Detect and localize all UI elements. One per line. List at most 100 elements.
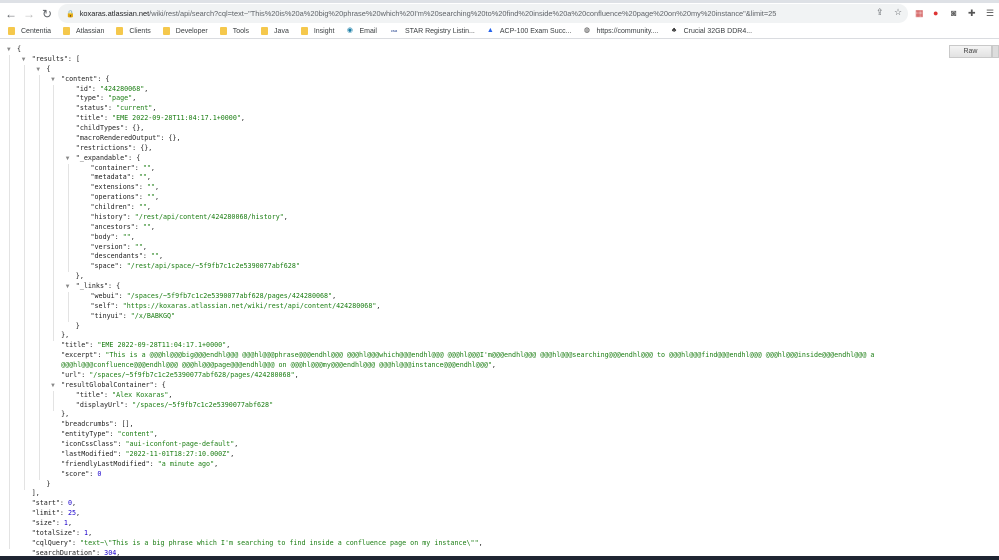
punctuation: ,	[146, 203, 151, 211]
json-key: "version":	[90, 242, 135, 251]
json-line: },	[0, 331, 980, 341]
json-key: "_links":	[75, 282, 117, 290]
punctuation: ,	[76, 509, 81, 518]
punctuation: ,	[234, 440, 239, 448]
punctuation: ,	[158, 252, 163, 261]
json-key: "operations":	[90, 193, 147, 202]
collapse-toggle-icon[interactable]: ▼	[7, 45, 11, 55]
json-key: "results":	[31, 54, 76, 63]
punctuation: ,	[294, 370, 299, 379]
json-key: "children":	[90, 203, 139, 211]
bookmark-item[interactable]: ♣ Crucial 32GB DDR4...	[671, 27, 752, 35]
puzzle-icon[interactable]: ✚	[968, 8, 976, 19]
json-line: "metadata": "",	[0, 173, 980, 183]
bookmark-item[interactable]: Atlassian	[62, 27, 104, 35]
json-key: "tinyui":	[90, 311, 131, 320]
punctuation: }	[75, 321, 80, 330]
json-line: "id": "424280068",	[0, 85, 980, 95]
bookmark-item[interactable]: Developer	[162, 27, 208, 35]
punctuation: ,	[491, 361, 496, 369]
punctuation: {},	[132, 124, 145, 132]
json-key: "lastModified":	[61, 449, 126, 458]
json-line: ▼ "content": {	[0, 75, 980, 85]
bookmark-item[interactable]: Java	[261, 27, 289, 35]
bookmark-item[interactable]: csa STAR Registry Listin...	[389, 27, 475, 35]
bookmark-item[interactable]: Cententia	[8, 27, 51, 35]
json-key: "cqlQuery":	[31, 538, 81, 547]
json-value: ""	[146, 193, 155, 202]
reload-icon[interactable]: ↻	[40, 7, 54, 21]
json-value: "content"	[117, 430, 154, 439]
share-icon[interactable]: ⇪	[876, 7, 884, 18]
reading-list-icon[interactable]: ☰	[986, 8, 994, 19]
json-line: "type": "page",	[0, 94, 980, 104]
json-line: "size": 1,	[0, 519, 980, 529]
punctuation: ,	[132, 94, 137, 103]
json-key: "resultGlobalContainer":	[61, 380, 162, 389]
bookmark-item[interactable]: Insight	[300, 27, 334, 35]
bookmark-item[interactable]: Clients	[116, 27, 151, 35]
email-icon: ◉	[346, 27, 354, 34]
json-line: "self": "https://koxaras.atlassian.net/w…	[0, 302, 980, 312]
json-key: "title":	[75, 390, 113, 399]
json-key: "limit":	[31, 509, 68, 518]
bookmark-item[interactable]: ◉ Email	[346, 27, 377, 35]
json-key: "space":	[90, 262, 127, 271]
punctuation: },	[61, 410, 70, 419]
bookmark-item[interactable]: ▲ ACP-100 Exam Succ...	[487, 27, 572, 35]
json-key: "excerpt":	[61, 351, 106, 360]
forward-icon[interactable]: →	[22, 7, 36, 21]
json-key: "body":	[90, 232, 123, 241]
bookmark-item[interactable]: Tools	[219, 27, 250, 35]
star-icon[interactable]: ☆	[894, 7, 902, 18]
punctuation: ,	[152, 104, 157, 113]
lock-icon: 🔒	[66, 10, 75, 18]
punctuation: {	[46, 64, 51, 73]
json-key: "type":	[75, 94, 109, 103]
json-line: ▼ "resultGlobalContainer": {	[0, 381, 980, 391]
collapse-toggle-icon[interactable]: ▼	[51, 75, 55, 85]
json-line: "cqlQuery": "text~\"This is a big phrase…	[0, 539, 980, 549]
collapse-toggle-icon[interactable]: ▼	[36, 65, 40, 75]
json-value: ""	[142, 222, 151, 231]
punctuation: ,	[154, 183, 159, 192]
json-key: "friendlyLastModified":	[61, 459, 158, 468]
json-key: "breadcrumbs":	[61, 420, 122, 429]
url-path: /wiki/rest/api/search?cql=text~"This%20i…	[149, 9, 777, 18]
color-picker-icon[interactable]: ●	[933, 8, 938, 18]
crucial-icon: ♣	[671, 27, 677, 34]
json-line: "lastModified": "2022-11-01T18:27:10.000…	[0, 450, 980, 460]
collapse-toggle-icon[interactable]: ▼	[22, 55, 26, 65]
bookmarks-bar: Cententia Atlassian Clients Developer Tools J…	[0, 24, 999, 39]
collapse-toggle-icon[interactable]: ▼	[51, 381, 55, 391]
json-key: "restrictions":	[75, 143, 141, 152]
json-line: "history": "/rest/api/content/424280068/…	[0, 213, 980, 223]
camera-icon[interactable]: ◙	[951, 8, 956, 18]
json-line: },	[0, 410, 980, 420]
json-line: "extensions": "",	[0, 183, 980, 193]
json-value: "a minute ago"	[157, 459, 215, 468]
json-line: "childTypes": {},	[0, 124, 980, 134]
json-key: "start":	[31, 499, 68, 508]
extension-icon[interactable]: ▦	[915, 8, 924, 19]
json-value: "EME 2022-09-28T11:04:17.1+0000"	[97, 341, 227, 350]
punctuation: },	[75, 272, 84, 281]
json-value: 0	[97, 469, 102, 478]
punctuation: ,	[153, 430, 158, 439]
bookmark-item[interactable]: ◍ https://community....	[583, 27, 659, 35]
json-value: "424280068"	[99, 84, 145, 93]
pretty-print-toggle[interactable]	[992, 45, 999, 58]
bookmark-label: Tools	[232, 27, 250, 35]
back-icon[interactable]: ←	[4, 7, 18, 21]
punctuation: ,	[130, 232, 135, 241]
bookmark-label: Cententia	[21, 27, 51, 35]
address-bar[interactable]: 🔒 koxaras.atlassian.net/wiki/rest/api/se…	[58, 4, 908, 23]
json-key: "metadata":	[90, 173, 139, 182]
collapse-toggle-icon[interactable]: ▼	[66, 282, 70, 292]
punctuation: ,	[240, 114, 245, 123]
punctuation: [	[75, 54, 81, 63]
taskbar	[0, 556, 999, 560]
json-line: "entityType": "content",	[0, 430, 980, 440]
json-line: "title": "EME 2022-09-28T11:04:17.1+0000…	[0, 341, 980, 351]
collapse-toggle-icon[interactable]: ▼	[66, 154, 70, 164]
